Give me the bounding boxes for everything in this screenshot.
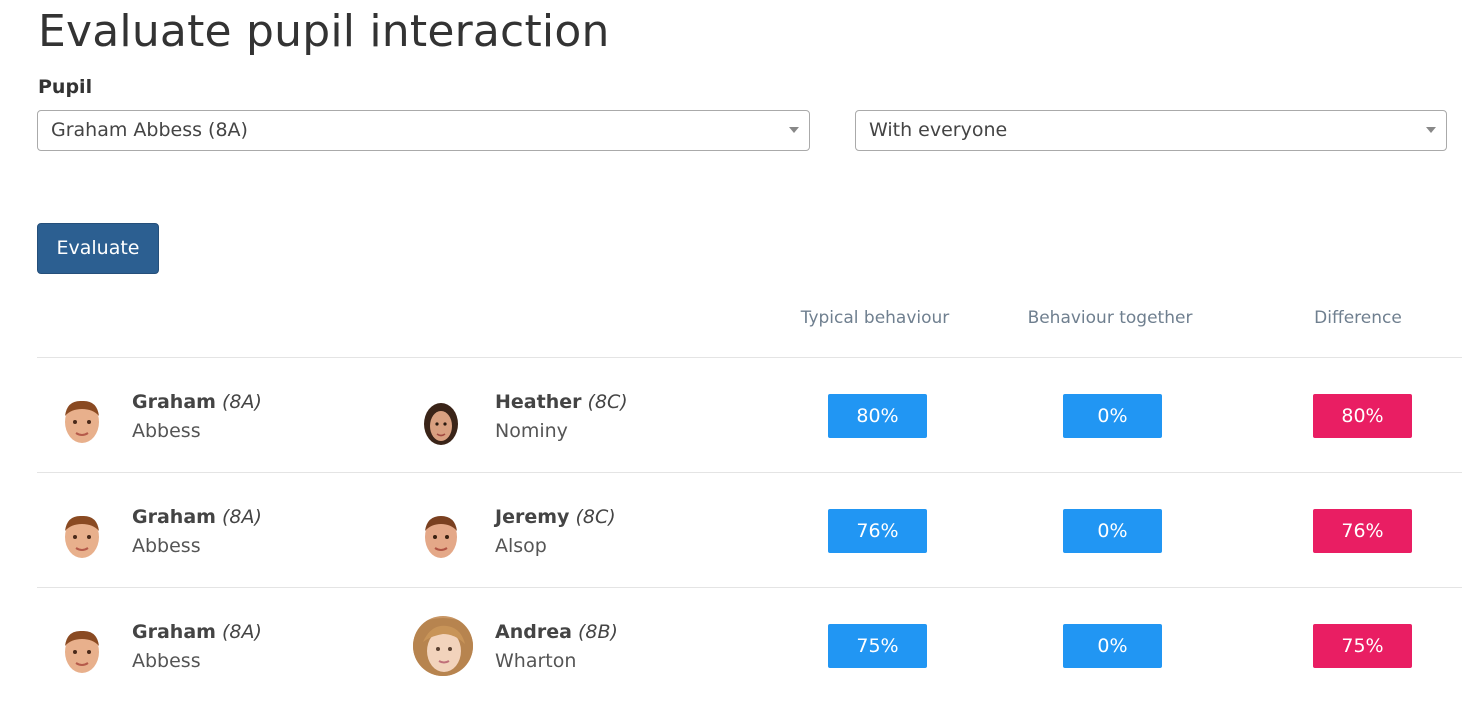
pupil-last-name: Nominy xyxy=(495,420,568,442)
scope-select-value: With everyone xyxy=(869,119,1008,141)
table-row: Graham (8A) Abbess Andrea (8B) Wharton 7… xyxy=(37,587,1462,702)
pupil-last-name: Abbess xyxy=(132,420,201,442)
table-row: Graham (8A) Abbess Jeremy (8C) Alsop 76%… xyxy=(37,472,1462,588)
pupil-one: Graham (8A) Abbess xyxy=(132,618,262,676)
pupil-first-name: Heather xyxy=(495,391,582,413)
pupil-avatar xyxy=(413,616,473,676)
pupil-two: Jeremy (8C) Alsop xyxy=(495,503,616,561)
behaviour-together-badge: 0% xyxy=(1063,509,1162,553)
typical-behaviour-badge: 75% xyxy=(828,624,927,668)
pupil-last-name: Alsop xyxy=(495,535,547,557)
pupil-class: (8B) xyxy=(577,621,618,643)
pupil-avatar xyxy=(421,513,461,561)
header-behaviour-together: Behaviour together xyxy=(1027,308,1193,328)
pupil-class: (8C) xyxy=(575,506,616,528)
table-row: Graham (8A) Abbess Heather (8C) Nominy 8… xyxy=(37,357,1462,473)
pupil-label: Pupil xyxy=(38,76,93,98)
pupil-avatar xyxy=(421,398,461,446)
pupil-first-name: Graham xyxy=(132,621,216,643)
typical-behaviour-badge: 80% xyxy=(828,394,927,438)
pupil-first-name: Graham xyxy=(132,391,216,413)
header-difference: Difference xyxy=(1314,308,1402,328)
pupil-avatar xyxy=(61,398,103,446)
pupil-last-name: Abbess xyxy=(132,650,201,672)
evaluate-page: Evaluate pupil interaction Pupil Graham … xyxy=(0,0,1467,702)
behaviour-together-badge: 0% xyxy=(1063,394,1162,438)
pupil-select[interactable]: Graham Abbess (8A) xyxy=(37,110,810,151)
pupil-class: (8A) xyxy=(221,506,262,528)
typical-behaviour-badge: 76% xyxy=(828,509,927,553)
pupil-class: (8A) xyxy=(221,621,262,643)
pupil-class: (8A) xyxy=(221,391,262,413)
pupil-class: (8C) xyxy=(587,391,628,413)
pupil-avatar xyxy=(61,513,103,561)
pupil-one: Graham (8A) Abbess xyxy=(132,503,262,561)
difference-badge: 80% xyxy=(1313,394,1412,438)
pupil-one: Graham (8A) Abbess xyxy=(132,388,262,446)
chevron-down-icon xyxy=(1426,127,1436,133)
pupil-select-value: Graham Abbess (8A) xyxy=(51,119,248,141)
pupil-two: Heather (8C) Nominy xyxy=(495,388,628,446)
behaviour-together-badge: 0% xyxy=(1063,624,1162,668)
evaluate-button[interactable]: Evaluate xyxy=(37,223,159,274)
chevron-down-icon xyxy=(789,127,799,133)
pupil-avatar xyxy=(61,628,103,676)
pupil-first-name: Andrea xyxy=(495,621,572,643)
difference-badge: 75% xyxy=(1313,624,1412,668)
pupil-first-name: Graham xyxy=(132,506,216,528)
header-typical-behaviour: Typical behaviour xyxy=(800,308,950,328)
scope-select[interactable]: With everyone xyxy=(855,110,1447,151)
difference-badge: 76% xyxy=(1313,509,1412,553)
pupil-two: Andrea (8B) Wharton xyxy=(495,618,618,676)
page-title: Evaluate pupil interaction xyxy=(38,6,610,57)
pupil-last-name: Wharton xyxy=(495,650,577,672)
pupil-last-name: Abbess xyxy=(132,535,201,557)
pupil-first-name: Jeremy xyxy=(495,506,570,528)
